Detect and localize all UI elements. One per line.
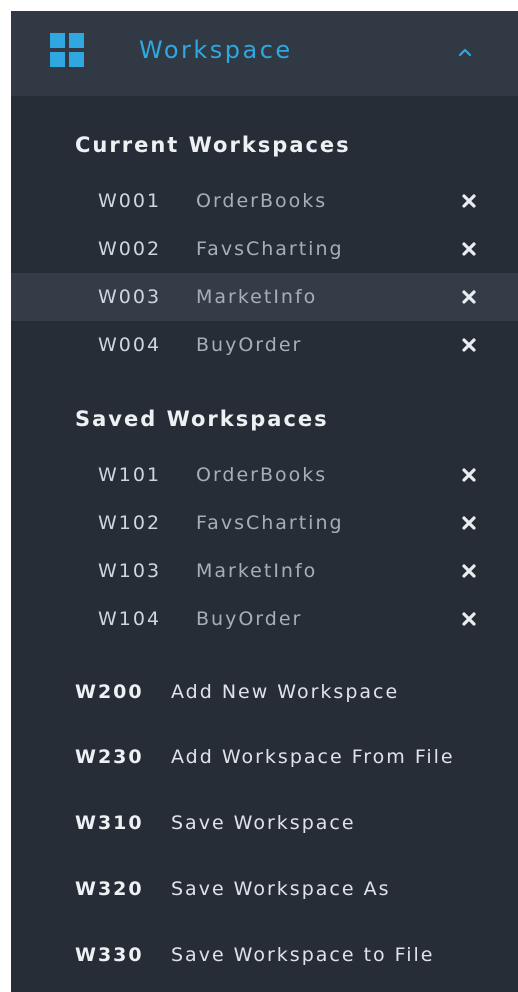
action-id: W310 <box>75 812 144 834</box>
workspace-name: MarketInfo <box>196 286 318 308</box>
current-workspaces-heading: Current Workspaces <box>75 133 351 157</box>
current-workspace-item[interactable]: W003 MarketInfo <box>11 273 518 321</box>
saved-workspace-item[interactable]: W104 BuyOrder <box>11 595 518 643</box>
current-workspace-item[interactable]: W001 OrderBooks <box>11 177 518 225</box>
saved-workspace-item[interactable]: W101 OrderBooks <box>11 451 518 499</box>
saved-workspace-item[interactable]: W103 MarketInfo <box>11 547 518 595</box>
close-icon[interactable] <box>460 240 478 258</box>
workspace-header[interactable]: Workspace <box>11 11 518 96</box>
saved-workspaces-heading: Saved Workspaces <box>75 407 329 431</box>
workspace-title: Workspace <box>139 36 293 64</box>
workspace-id: W001 <box>98 190 162 212</box>
close-icon[interactable] <box>460 466 478 484</box>
workspace-id: W104 <box>98 608 162 630</box>
action-id: W320 <box>75 878 144 900</box>
save-workspace-action[interactable]: W310 Save Workspace <box>11 795 518 851</box>
action-label: Add Workspace From File <box>171 746 455 768</box>
grid-icon <box>50 33 84 67</box>
add-new-workspace-action[interactable]: W200 Add New Workspace <box>11 664 518 720</box>
chevron-up-icon[interactable] <box>454 41 476 63</box>
workspace-name: FavsCharting <box>196 238 344 260</box>
workspace-name: OrderBooks <box>196 464 328 486</box>
current-workspace-item[interactable]: W004 BuyOrder <box>11 321 518 369</box>
action-id: W230 <box>75 746 144 768</box>
workspace-id: W002 <box>98 238 162 260</box>
action-id: W200 <box>75 681 144 703</box>
action-label: Save Workspace to File <box>171 944 435 966</box>
save-workspace-as-action[interactable]: W320 Save Workspace As <box>11 861 518 917</box>
close-icon[interactable] <box>460 192 478 210</box>
workspace-name: MarketInfo <box>196 560 318 582</box>
workspace-name: OrderBooks <box>196 190 328 212</box>
workspace-id: W004 <box>98 334 162 356</box>
save-workspace-to-file-action[interactable]: W330 Save Workspace to File <box>11 927 518 983</box>
action-id: W330 <box>75 944 144 966</box>
action-label: Add New Workspace <box>171 681 400 703</box>
close-icon[interactable] <box>460 288 478 306</box>
add-workspace-from-file-action[interactable]: W230 Add Workspace From File <box>11 729 518 785</box>
workspace-name: BuyOrder <box>196 334 303 356</box>
close-icon[interactable] <box>460 336 478 354</box>
workspace-id: W101 <box>98 464 162 486</box>
workspace-id: W003 <box>98 286 162 308</box>
close-icon[interactable] <box>460 562 478 580</box>
workspace-id: W102 <box>98 512 162 534</box>
workspace-panel: Workspace Current Workspaces W001 OrderB… <box>11 11 518 992</box>
workspace-id: W103 <box>98 560 162 582</box>
saved-workspace-item[interactable]: W102 FavsCharting <box>11 499 518 547</box>
close-icon[interactable] <box>460 514 478 532</box>
workspace-name: FavsCharting <box>196 512 344 534</box>
action-label: Save Workspace As <box>171 878 391 900</box>
workspace-name: BuyOrder <box>196 608 303 630</box>
close-icon[interactable] <box>460 610 478 628</box>
action-label: Save Workspace <box>171 812 356 834</box>
current-workspace-item[interactable]: W002 FavsCharting <box>11 225 518 273</box>
